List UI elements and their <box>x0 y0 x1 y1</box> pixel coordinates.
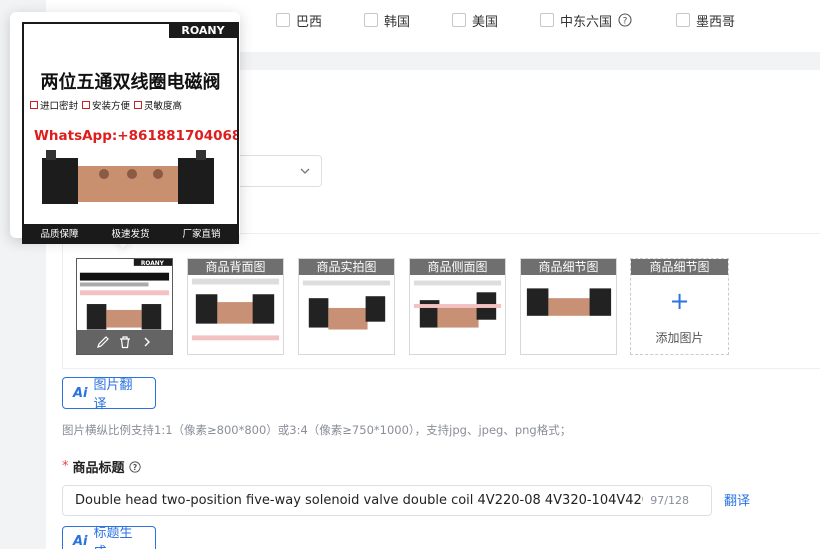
feature-list: 进口密封 安装方便 灵敏度高 <box>30 98 182 112</box>
brand-logo: ROANY <box>169 24 237 38</box>
chevron-down-icon <box>300 168 310 174</box>
checkbox[interactable] <box>540 13 554 27</box>
button-label: 图片翻译 <box>93 378 133 412</box>
badge: 厂家直销 <box>182 229 221 240</box>
feature-item: 安装方便 <box>82 98 130 112</box>
label-text: 商品标题 <box>72 461 125 476</box>
image-slot-back[interactable]: 商品背面图 <box>187 258 284 355</box>
image-slot-side[interactable]: 商品侧面图 <box>409 258 506 355</box>
char-count: 97/128 <box>650 494 689 507</box>
image-slot-label: 商品细节图 <box>521 259 616 275</box>
generate-title-button[interactable]: Ai 标题生成 <box>62 526 156 549</box>
help-icon[interactable]: ? <box>618 13 632 27</box>
svg-text:ROANY: ROANY <box>141 261 165 267</box>
region-korea[interactable]: 韩国 <box>364 10 410 30</box>
image-slot-label: 商品背面图 <box>188 259 283 275</box>
button-label: 标题生成 <box>93 526 133 549</box>
contact-text: WhatsApp:+8618817040688 <box>34 128 239 144</box>
svg-text:?: ? <box>132 462 136 471</box>
chevron-right-icon[interactable] <box>140 335 154 349</box>
region-label: 美国 <box>472 14 499 30</box>
check-icon <box>82 101 91 109</box>
ai-icon: Ai <box>73 533 88 549</box>
edit-icon[interactable] <box>96 335 110 349</box>
ai-icon: Ai <box>73 385 88 401</box>
help-icon[interactable]: ? <box>128 460 141 473</box>
region-label: 中东六国 <box>560 14 613 30</box>
feature-label: 安装方便 <box>92 101 131 112</box>
region-label: 巴西 <box>296 14 323 30</box>
product-title: 两位五通双线圈电磁阀 <box>40 72 221 93</box>
product-title-input[interactable]: Double head two-position five-way soleno… <box>62 485 712 516</box>
valve-illustration <box>42 150 214 204</box>
image-slot-main[interactable]: ROANY <box>76 258 173 355</box>
image-translate-button[interactable]: Ai 图片翻译 <box>62 377 156 412</box>
dropdown-select[interactable] <box>236 155 322 187</box>
svg-text:?: ? <box>623 16 628 26</box>
feature-item: 灵敏度高 <box>134 98 182 112</box>
region-label: 墨西哥 <box>696 14 736 30</box>
add-image-label: 添加图片 <box>655 331 704 345</box>
add-image-slot[interactable]: 商品细节图 + 添加图片 <box>630 258 729 355</box>
title-field-label: * 商品标题 ? <box>62 457 141 476</box>
plus-icon: + <box>669 287 690 315</box>
region-label: 韩国 <box>384 14 411 30</box>
region-mexico[interactable]: 墨西哥 <box>676 10 735 30</box>
badge: 极速发货 <box>111 229 150 240</box>
checkbox[interactable] <box>364 13 378 27</box>
image-slot-label: 商品细节图 <box>631 259 728 275</box>
feature-label: 进口密封 <box>40 101 79 112</box>
preview-image: ROANY 两位五通双线圈电磁阀 进口密封 安装方便 灵敏度高 WhatsApp… <box>22 22 239 244</box>
feature-item: 进口密封 <box>30 98 78 112</box>
badge: 品质保障 <box>40 229 79 240</box>
image-slot-label: 商品侧面图 <box>410 259 505 275</box>
image-slot-real-shot[interactable]: 商品实拍图 <box>298 258 395 355</box>
check-icon <box>30 101 38 109</box>
checkbox[interactable] <box>452 13 466 27</box>
image-preview-popup: ROANY 两位五通双线圈电磁阀 进口密封 安装方便 灵敏度高 WhatsApp… <box>10 12 240 244</box>
checkbox[interactable] <box>276 13 290 27</box>
image-slot-label: 商品实拍图 <box>299 259 394 275</box>
thumb-toolbar <box>77 330 172 354</box>
image-slot-detail[interactable]: 商品细节图 <box>520 258 617 355</box>
region-middle-east[interactable]: 中东六国 ? <box>540 10 632 30</box>
required-mark: * <box>62 459 69 474</box>
region-usa[interactable]: 美国 <box>452 10 498 30</box>
image-format-hint: 图片横纵比例支持1:1（像素≥800*800）或3:4（像素≥750*1000）… <box>62 423 572 437</box>
region-brazil[interactable]: 巴西 <box>276 10 322 30</box>
translate-link[interactable]: 翻译 <box>724 490 750 509</box>
feature-label: 灵敏度高 <box>144 101 183 112</box>
trash-icon[interactable] <box>118 335 132 349</box>
title-value[interactable]: Double head two-position five-way soleno… <box>75 493 643 508</box>
checkbox[interactable] <box>676 13 690 27</box>
check-icon <box>134 101 143 109</box>
badge-strip: 品质保障 极速发货 厂家直销 <box>24 224 237 242</box>
